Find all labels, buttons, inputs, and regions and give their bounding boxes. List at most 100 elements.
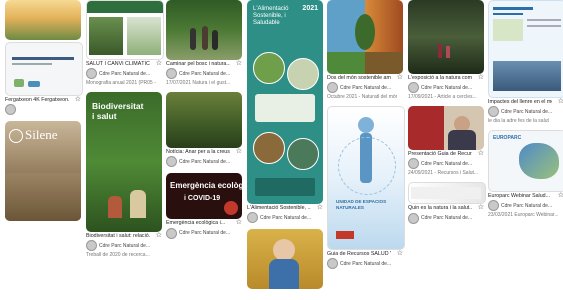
pin-image[interactable] — [327, 0, 403, 74]
author-name[interactable]: Cdre Parc Natural de... — [340, 261, 400, 267]
pin-title[interactable]: Impactes del llenre en el me... — [488, 99, 552, 105]
pin-card[interactable]: Caminar pel bosc i natura... ☆ Cdre Parc… — [166, 0, 242, 88]
pin-card[interactable]: EUROPARC Europarc Webinar Salud... ☆ Cdr… — [488, 130, 563, 220]
pin-description: Treball de 2020 de recerca... — [86, 252, 150, 259]
save-star-icon[interactable]: ☆ — [75, 96, 81, 103]
pin-description: le dia la adre fes de la salut — [488, 118, 549, 125]
pin-image[interactable] — [166, 0, 242, 60]
save-star-icon[interactable]: ☆ — [156, 60, 162, 67]
pinboard-grid: Fergatxeon 4K Fergatxeon... ☆ Silene SAL… — [0, 0, 563, 300]
pin-card[interactable]: Silene — [5, 121, 81, 222]
pin-card[interactable]: Fergatxeon 4K Fergatxeon... ☆ — [5, 0, 83, 117]
pin-card[interactable]: Biodiversitat i salut Biodiversitat i sa… — [86, 92, 162, 260]
pin-image[interactable] — [408, 182, 486, 205]
pin-title[interactable]: Presentació Guia de Recursos... — [408, 151, 472, 157]
pin-description: 17/09/2021 - Article a cercles... — [408, 94, 477, 101]
pin-title[interactable]: Caminar pel bosc i natura... — [166, 61, 230, 67]
avatar — [327, 258, 338, 270]
author-name[interactable]: Cdre Parc Natural de... — [340, 85, 400, 91]
pin-title[interactable]: Europarc Webinar Salud... — [488, 193, 552, 199]
pin-image[interactable] — [408, 106, 484, 151]
pin-image[interactable] — [5, 42, 83, 96]
pin-title[interactable]: Emergència ecològica i... — [166, 220, 230, 226]
save-star-icon[interactable]: ☆ — [478, 150, 484, 157]
author-name[interactable]: Cdre Parc Natural de... — [179, 71, 239, 77]
pin-title[interactable]: Biodiversitat i salut: relació... — [86, 233, 150, 239]
pin-overlay-text: EUROPARC — [493, 135, 522, 142]
pin-title[interactable]: Guia de Recursos SALUD Y... — [327, 251, 391, 257]
avatar — [247, 212, 258, 224]
save-star-icon[interactable]: ☆ — [236, 60, 242, 67]
avatar — [86, 240, 97, 252]
save-star-icon[interactable]: ☆ — [236, 148, 242, 155]
pin-card[interactable]: Impactes del llenre en el me... ☆ Cdre P… — [488, 0, 563, 126]
column-4: L'Alimentació Sostenible, i Saludable 20… — [247, 0, 323, 293]
save-star-icon[interactable]: ☆ — [397, 74, 403, 81]
pin-title[interactable]: L'exposició a la natura com... — [408, 75, 472, 81]
avatar — [166, 68, 177, 80]
pin-overlay-text: Emergència ecològica — [170, 181, 242, 191]
pin-title[interactable]: Fergatxeon 4K Fergatxeon... — [5, 97, 69, 103]
pin-title[interactable]: Quin es la natura i la salut... — [408, 205, 472, 211]
pin-overlay-text: Biodiversitat i salut — [92, 101, 144, 121]
pin-card[interactable]: L'exposició a la natura com... ☆ Cdre Pa… — [408, 0, 484, 102]
save-star-icon[interactable]: ☆ — [558, 98, 563, 105]
avatar — [327, 82, 338, 94]
author-name[interactable]: Cdre Parc Natural de... — [99, 243, 159, 249]
avatar — [408, 158, 419, 170]
pin-card[interactable]: Emergència ecològica i COVID-19 Emergènc… — [166, 173, 242, 240]
pin-image[interactable] — [408, 0, 484, 74]
pin-image[interactable]: UNIDAD DE ESPACIOS NATURALES — [327, 106, 405, 251]
pin-card[interactable]: Dos del món sostenible amb... ☆ Cdre Par… — [327, 0, 403, 102]
save-star-icon[interactable]: ☆ — [236, 219, 242, 226]
pin-image[interactable] — [5, 0, 81, 40]
pin-card[interactable]: Quin es la natura i la salut... ☆ Cdre P… — [408, 182, 486, 225]
author-name[interactable]: Cdre Parc Natural de... — [179, 159, 239, 165]
pin-image[interactable]: Biodiversitat i salut — [86, 92, 162, 233]
pin-description: Octubre 2021 - Naturatl del món... — [327, 94, 397, 101]
pin-card[interactable]: L'Alimentació Sostenible, i Saludable 20… — [247, 0, 323, 225]
pin-card[interactable]: Presentació Guia de Recursos... ☆ Cdre P… — [408, 106, 484, 178]
pin-image[interactable]: Emergència ecològica i COVID-19 — [166, 173, 242, 220]
pin-card[interactable]: SALUT I CANVI CLIMÀTIC ☆ Cdre Parc Natur… — [86, 0, 164, 88]
avatar — [5, 104, 16, 116]
pin-image[interactable] — [86, 0, 164, 60]
save-star-icon[interactable]: ☆ — [397, 250, 403, 257]
save-star-icon[interactable]: ☆ — [478, 204, 484, 211]
pin-card[interactable]: Notícia: Anar per a la creus... ☆ Cdre P… — [166, 92, 242, 169]
author-name[interactable]: Cdre Parc Natural de... — [421, 85, 481, 91]
pin-description: 24/09/2021 - Recursos i Salut... — [408, 170, 478, 177]
author-name[interactable]: Cdre Parc Natural de... — [421, 215, 481, 221]
author-name[interactable]: Cdre Parc Natural de... — [99, 71, 159, 77]
column-2: SALUT I CANVI CLIMÀTIC ☆ Cdre Parc Natur… — [86, 0, 164, 264]
column-3: Caminar pel bosc i natura... ☆ Cdre Parc… — [166, 0, 242, 245]
pin-title[interactable]: Dos del món sostenible amb... — [327, 75, 391, 81]
avatar — [166, 227, 177, 239]
pin-card[interactable] — [247, 229, 323, 290]
column-5: Dos del món sostenible amb... ☆ Cdre Par… — [327, 0, 405, 275]
author-name[interactable]: Cdre Parc Natural de... — [260, 215, 320, 221]
avatar — [488, 106, 499, 118]
save-star-icon[interactable]: ☆ — [156, 232, 162, 239]
pin-image[interactable]: Silene — [5, 121, 81, 222]
save-star-icon[interactable]: ☆ — [317, 204, 323, 211]
pin-year: 2021 — [302, 5, 318, 12]
pin-card[interactable]: UNIDAD DE ESPACIOS NATURALES Guia de Rec… — [327, 106, 405, 271]
author-name[interactable]: Cdre Parc Natural de... — [501, 203, 561, 209]
pin-image[interactable]: EUROPARC — [488, 130, 563, 193]
author-name[interactable]: Cdre Parc Natural de... — [501, 109, 561, 115]
pin-image[interactable]: L'Alimentació Sostenible, i Saludable 20… — [247, 0, 323, 204]
pin-overlay-text: Silene — [25, 127, 58, 143]
pin-image[interactable] — [166, 92, 242, 149]
save-star-icon[interactable]: ☆ — [558, 192, 563, 199]
save-star-icon[interactable]: ☆ — [478, 74, 484, 81]
pin-description: 23/03/2021 Europarc Webinar... — [488, 212, 558, 219]
author-name[interactable]: Cdre Parc Natural de... — [421, 161, 481, 167]
author-name[interactable]: Cdre Parc Natural de... — [179, 230, 239, 236]
pin-title[interactable]: SALUT I CANVI CLIMÀTIC — [86, 61, 150, 67]
pin-title[interactable]: Notícia: Anar per a la creus... — [166, 149, 230, 155]
pin-title[interactable]: L'Alimentació Sostenible, ... — [247, 205, 311, 211]
pin-image[interactable] — [488, 0, 563, 98]
pin-description: Monografia anual 2021 (PR05 -... — [86, 80, 156, 87]
pin-image[interactable] — [247, 229, 323, 290]
